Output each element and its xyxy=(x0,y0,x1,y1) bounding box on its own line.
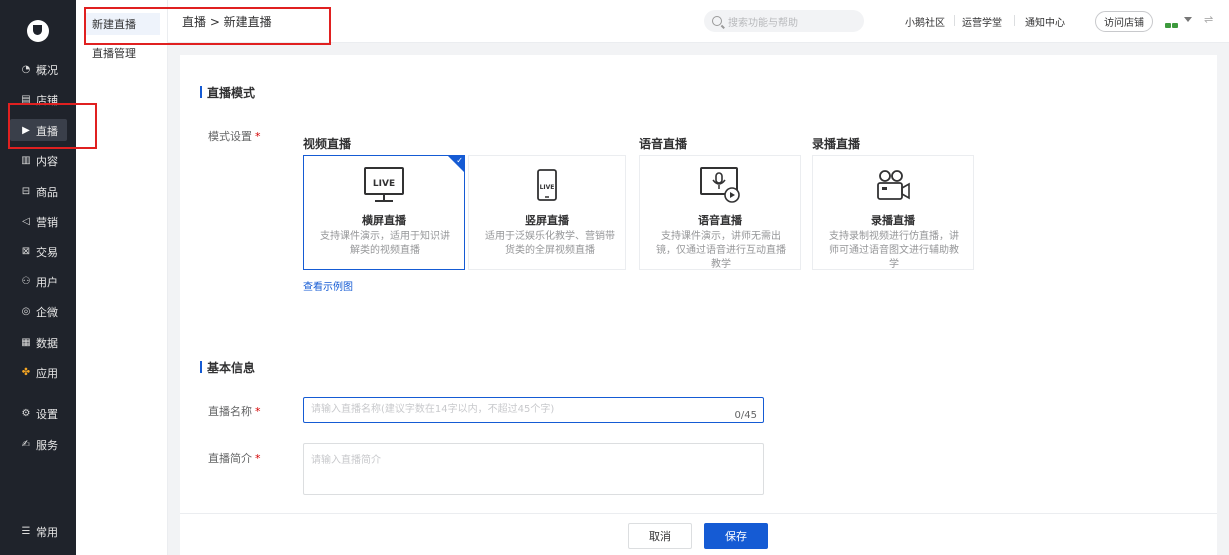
mode-card-portrait[interactable]: LIVE 竖屏直播 适用于泛娱乐化教学、营销带货类的全屏视频直播 xyxy=(468,155,626,270)
card-title: 横屏直播 xyxy=(362,214,406,227)
subnav-item-new-live[interactable]: 新建直播 xyxy=(84,13,160,35)
search-icon xyxy=(712,16,722,26)
mode-section-title: 直播模式 xyxy=(200,84,255,101)
service-icon: ✍ xyxy=(21,439,31,450)
nav-item-apps[interactable]: ✤ 应用 xyxy=(0,361,76,385)
user-icon: ⚇ xyxy=(21,276,31,287)
marketing-icon: ◁ xyxy=(22,216,30,227)
nav-item-label: 用户 xyxy=(36,276,58,289)
trade-icon: ⊠ xyxy=(21,246,31,257)
card-title: 竖屏直播 xyxy=(525,214,569,227)
nav-item-label: 概况 xyxy=(36,64,58,77)
live-intro-textarea[interactable]: 请输入直播简介 xyxy=(303,443,764,495)
nav-item-goods[interactable]: ⊟ 商品 xyxy=(0,180,76,204)
apps-icon: ✤ xyxy=(21,367,31,378)
nav-item-label: 常用 xyxy=(36,526,58,539)
live-icon: ▶ xyxy=(22,125,30,136)
content-icon: ▥ xyxy=(21,155,31,166)
breadcrumb: 直播 > 新建直播 xyxy=(182,15,272,29)
nav-item-label: 直播 xyxy=(36,125,58,138)
goods-icon: ⊟ xyxy=(21,186,31,197)
chevron-down-icon[interactable] xyxy=(1184,17,1192,22)
nav-item-marketing[interactable]: ◁ 营销 xyxy=(0,210,76,234)
nav-item-label: 设置 xyxy=(36,408,58,421)
nav-item-trade[interactable]: ⊠ 交易 xyxy=(0,240,76,264)
divider xyxy=(1014,15,1015,26)
nav-item-store[interactable]: ▤ 店铺 xyxy=(0,88,76,112)
card-desc: 支持录制视频进行仿直播，讲师可通过语音图文进行辅助教学 xyxy=(829,231,959,270)
group-title-video: 视频直播 xyxy=(303,137,352,151)
community-link[interactable]: 小鹅社区 xyxy=(905,14,945,29)
main-content: 直播模式 模式设置 * 视频直播 语音直播 录播直播 ✓ LIVE 横屏直播 支持… xyxy=(180,55,1217,513)
card-title: 录播直播 xyxy=(871,214,915,227)
subnav-item-live-manage[interactable]: 直播管理 xyxy=(84,42,160,64)
nav-item-overview[interactable]: ◔ 概况 xyxy=(0,58,76,82)
divider xyxy=(954,15,955,26)
landscape-live-icon: LIVE xyxy=(364,167,404,202)
avatar[interactable] xyxy=(1165,17,1179,28)
svg-text:LIVE: LIVE xyxy=(373,179,395,189)
nav-item-label: 店铺 xyxy=(36,94,58,107)
sub-nav: 新建直播 直播管理 xyxy=(76,0,168,555)
data-icon: ▦ xyxy=(21,337,31,348)
save-button[interactable]: 保存 xyxy=(704,523,768,549)
mode-card-landscape[interactable]: ✓ LIVE 横屏直播 支持课件演示，适用于知识讲解类的视频直播 xyxy=(303,155,465,270)
check-icon: ✓ xyxy=(456,156,463,165)
portrait-live-icon: LIVE xyxy=(537,169,557,201)
nav-item-label: 服务 xyxy=(36,439,58,452)
card-desc: 支持课件演示，讲师无需出镜，仅通过语音进行互动直播教学 xyxy=(656,231,786,270)
nav-item-live[interactable]: ▶ 直播 xyxy=(0,119,76,143)
logo-icon[interactable] xyxy=(27,20,49,42)
nav-item-service[interactable]: ✍ 服务 xyxy=(0,433,76,457)
store-icon: ▤ xyxy=(21,94,31,105)
nav-item-common[interactable]: ☰ 常用 xyxy=(0,520,76,544)
footer-bar: 取消 保存 xyxy=(180,513,1217,555)
input-placeholder: 请输入直播简介 xyxy=(311,455,381,466)
overview-icon: ◔ xyxy=(21,64,31,75)
nav-item-data[interactable]: ▦ 数据 xyxy=(0,331,76,355)
main-nav: ◔ 概况 ▤ 店铺 ▶ 直播 ▥ 内容 ⊟ 商品 ◁ 营销 ⊠ 交易 ⚇ 用户 ◎ 企微 ▦ 数据 ✤ 应用 ⚙ 设置 ✍ 服务 … xyxy=(0,0,76,555)
nav-item-content[interactable]: ▥ 内容 xyxy=(0,149,76,173)
academy-link[interactable]: 运营学堂 xyxy=(962,14,1002,29)
search-placeholder: 搜索功能与帮助 xyxy=(728,17,798,29)
mode-card-voice[interactable]: 语音直播 支持课件演示，讲师无需出镜，仅通过语音进行互动直播教学 xyxy=(639,155,801,270)
voice-live-icon xyxy=(700,167,740,203)
menu-icon: ☰ xyxy=(21,526,31,537)
mode-field-label: 模式设置 * xyxy=(208,130,261,143)
group-title-recorded: 录播直播 xyxy=(812,137,861,151)
top-header: 直播 > 新建直播 搜索功能与帮助 小鹅社区 运营学堂 通知中心 访问店铺 ⇌ xyxy=(168,0,1229,43)
card-title: 语音直播 xyxy=(698,214,742,227)
basic-section-title: 基本信息 xyxy=(200,359,255,376)
nav-item-label: 内容 xyxy=(36,155,58,168)
cancel-button[interactable]: 取消 xyxy=(628,523,692,549)
intro-field-label: 直播简介 * xyxy=(208,452,261,465)
card-desc: 适用于泛娱乐化教学、营销带货类的全屏视频直播 xyxy=(485,231,615,256)
nav-item-label: 商品 xyxy=(36,186,58,199)
nav-item-label: 应用 xyxy=(36,367,58,380)
visit-store-button[interactable]: 访问店铺 xyxy=(1095,11,1153,32)
nav-item-wecom[interactable]: ◎ 企微 xyxy=(0,300,76,324)
input-placeholder: 请输入直播名称(建议字数在14字以内，不超过45个字) xyxy=(311,404,555,415)
view-example-link[interactable]: 查看示例图 xyxy=(303,278,353,293)
settings-icon: ⚙ xyxy=(21,408,31,419)
nav-item-user[interactable]: ⚇ 用户 xyxy=(0,270,76,294)
notification-link[interactable]: 通知中心 xyxy=(1025,14,1065,29)
card-desc: 支持课件演示，适用于知识讲解类的视频直播 xyxy=(320,231,450,256)
char-counter: 0/45 xyxy=(734,410,757,421)
live-name-input[interactable]: 请输入直播名称(建议字数在14字以内，不超过45个字) 0/45 xyxy=(303,397,764,423)
nav-item-label: 交易 xyxy=(36,246,58,259)
search-input[interactable]: 搜索功能与帮助 xyxy=(704,10,864,32)
name-field-label: 直播名称 * xyxy=(208,405,261,418)
switch-icon[interactable]: ⇌ xyxy=(1204,13,1213,26)
nav-item-label: 营销 xyxy=(36,216,58,229)
nav-item-label: 数据 xyxy=(36,337,58,350)
svg-text:LIVE: LIVE xyxy=(540,184,555,191)
mode-card-recorded[interactable]: 录播直播 支持录制视频进行仿直播，讲师可通过语音图文进行辅助教学 xyxy=(812,155,974,270)
group-title-voice: 语音直播 xyxy=(639,137,688,151)
wecom-icon: ◎ xyxy=(21,306,31,317)
nav-item-settings[interactable]: ⚙ 设置 xyxy=(0,402,76,426)
recorded-live-icon xyxy=(877,170,910,200)
nav-item-label: 企微 xyxy=(36,306,58,319)
